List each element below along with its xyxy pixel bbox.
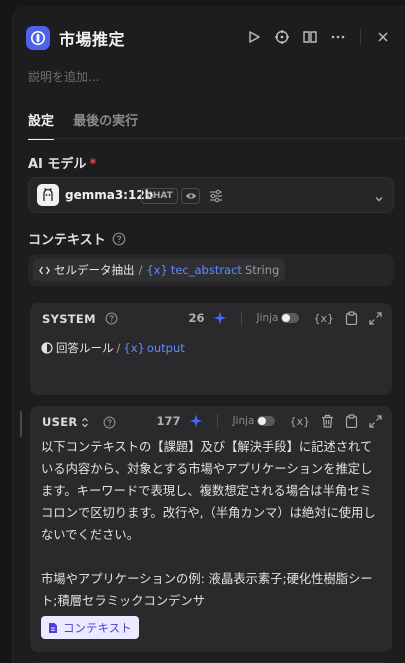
clipboard-icon[interactable] <box>345 311 358 325</box>
help-icon[interactable] <box>105 312 118 328</box>
context-variable-type: String <box>244 263 280 277</box>
node-icon <box>26 26 50 50</box>
model-selector[interactable]: gemma3:12b CHAT <box>28 177 394 213</box>
jinja-label: Jinja <box>256 312 279 324</box>
system-ref-variable: output <box>146 341 185 355</box>
half-circle-icon <box>41 342 53 354</box>
user-role-text: USER <box>42 415 78 429</box>
chevron-down-icon[interactable] <box>373 190 385 209</box>
user-prompt-text[interactable]: 以下コンテキストの【課題】及び【解決手段】に記述されている内容から、対象とする市… <box>41 436 383 612</box>
system-role-text: SYSTEM <box>42 312 96 326</box>
jinja-toggle[interactable] <box>257 416 276 426</box>
variable-icon: {x} <box>146 263 168 277</box>
help-icon[interactable] <box>103 416 116 429</box>
sparkle-icon[interactable] <box>213 311 227 325</box>
chat-mode-chip: CHAT <box>141 188 178 204</box>
context-field[interactable]: セルデータ抽出 / {x} tec_abstract String <box>28 254 394 286</box>
toolbar-divider <box>241 311 243 325</box>
context-variable-name: tec_abstract <box>170 263 242 277</box>
toolbar-divider <box>217 414 219 428</box>
context-source-node: セルデータ抽出 <box>54 263 135 277</box>
user-prompt-paragraph-1: 以下コンテキストの【課題】及び【解決手段】に記述されている内容から、対象とする市… <box>41 440 376 542</box>
resize-handle[interactable] <box>20 411 22 437</box>
context-separator: / <box>138 263 143 277</box>
variable-icon: {x} <box>123 341 145 355</box>
tab-settings[interactable]: 設定 <box>28 110 55 140</box>
document-icon <box>48 622 58 634</box>
variable-icon[interactable]: {x} <box>313 312 334 325</box>
header-actions <box>236 26 393 48</box>
system-role-label: SYSTEM <box>42 312 118 328</box>
system-variable-ref[interactable]: 回答ルール / {x} output <box>41 340 185 356</box>
jinja-label: Jinja <box>232 415 255 427</box>
tab-bar: 設定 最後の実行 <box>28 110 405 140</box>
crosshair-icon[interactable] <box>272 26 292 48</box>
user-prompt-card: USER 177 Jinja {x} 以下コンテキストの【課題】及び【解決手段】… <box>30 406 392 652</box>
user-toolbar: 177 Jinja {x} <box>156 412 382 430</box>
model-label: AI モデル * <box>28 153 96 172</box>
context-button-label: コンテキスト <box>63 620 132 635</box>
system-ref-node: 回答ルール <box>56 341 114 355</box>
model-label-text: AI モデル <box>28 157 87 172</box>
tab-divider <box>28 138 405 139</box>
jinja-toggle[interactable] <box>281 313 300 323</box>
user-prompt-paragraph-2: 市場やアプリケーションの例: 液晶表示素子;硬化性樹脂シート;積層セラミックコン… <box>41 572 373 608</box>
code-icon <box>39 266 50 275</box>
system-ref-separator: / <box>116 341 121 355</box>
trash-icon[interactable] <box>321 414 334 428</box>
user-token-count: 177 <box>156 414 181 428</box>
chevron-updown-icon <box>81 417 89 428</box>
user-role-selector[interactable]: USER <box>42 415 116 429</box>
system-toolbar: 26 Jinja {x} <box>188 309 382 327</box>
context-label-text: コンテキスト <box>28 233 106 248</box>
close-icon[interactable] <box>373 26 393 48</box>
help-icon[interactable] <box>112 232 126 246</box>
sliders-icon[interactable] <box>208 188 224 208</box>
model-avatar-icon <box>37 184 59 206</box>
expand-icon[interactable] <box>369 414 382 428</box>
context-label: コンテキスト <box>28 229 126 248</box>
required-mark: * <box>89 157 97 172</box>
more-icon[interactable] <box>328 26 348 48</box>
header-divider <box>360 29 361 45</box>
eye-icon[interactable] <box>181 188 200 204</box>
sparkle-icon[interactable] <box>189 414 203 428</box>
clipboard-icon[interactable] <box>345 414 358 428</box>
play-icon[interactable] <box>244 26 264 48</box>
expand-icon[interactable] <box>369 311 382 325</box>
context-insert-button[interactable]: コンテキスト <box>41 616 139 639</box>
system-prompt-card: SYSTEM 26 Jinja {x} 回答ルール / {x} output <box>30 303 392 395</box>
split-view-icon[interactable] <box>300 26 320 48</box>
context-variable-chip[interactable]: セルデータ抽出 / {x} tec_abstract String <box>33 259 286 281</box>
variable-icon[interactable]: {x} <box>289 415 310 428</box>
system-token-count: 26 <box>188 311 205 325</box>
node-config-panel: 市場推定 説明を追加... 設定 最後の実行 AI モデル * gemma3:1… <box>12 6 405 663</box>
tab-last-run[interactable]: 最後の実行 <box>73 110 138 140</box>
panel-header: 市場推定 <box>26 24 393 52</box>
page-title[interactable]: 市場推定 <box>59 26 125 50</box>
description-input[interactable]: 説明を追加... <box>28 68 99 85</box>
